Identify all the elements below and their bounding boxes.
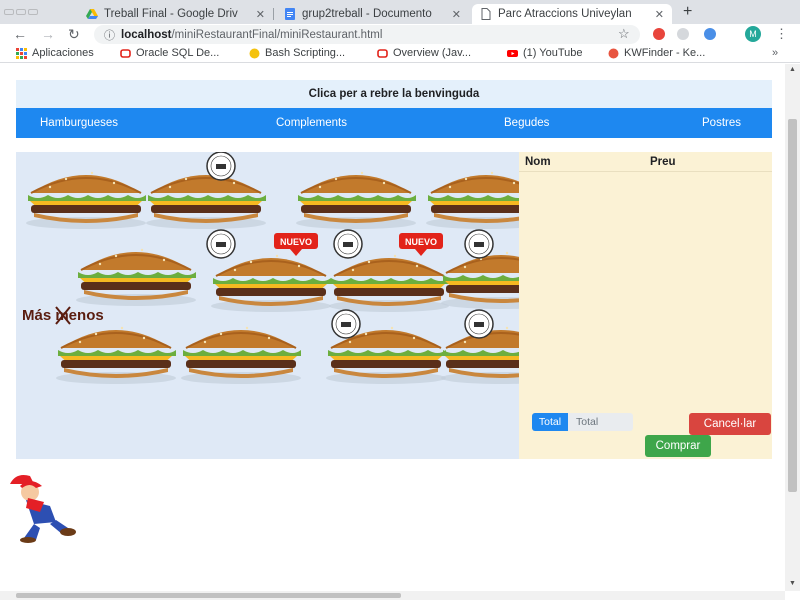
bookmark-label: KWFinder - Ke... — [624, 47, 706, 59]
menu-item-complements[interactable]: Complements — [276, 108, 347, 138]
tab-google-drive[interactable]: Treball Final - Google Driv ✕ — [78, 4, 273, 24]
mario-mascot-image[interactable] — [6, 472, 86, 544]
menu-item-postres[interactable]: Postres — [702, 108, 741, 138]
window-controls[interactable] — [4, 2, 64, 15]
bookmark-label: Overview (Jav... — [393, 47, 472, 59]
profile-avatar[interactable]: M — [745, 26, 761, 42]
bookmark-bash[interactable]: Bash Scripting... — [249, 47, 345, 59]
total-field[interactable]: Total — [568, 413, 633, 431]
youtube-icon — [507, 49, 518, 57]
bookmark-oracle-sql[interactable]: Oracle SQL De... — [120, 47, 219, 59]
address-bar[interactable]: ⓘ localhost /miniRestaurantFinal/miniRes… — [94, 25, 640, 44]
welcome-banner[interactable]: Clica per a rebre la benvinguda — [16, 80, 772, 108]
apps-grid-icon — [16, 47, 27, 59]
close-icon[interactable]: ✕ — [649, 8, 664, 21]
bookmark-apps[interactable]: Aplicaciones — [16, 47, 94, 59]
tab-title: Treball Final - Google Driv — [104, 8, 238, 20]
cancel-button[interactable]: Cancel·lar — [689, 413, 771, 435]
browser-toolbar: ← → ↻ ⓘ localhost /miniRestaurantFinal/m… — [0, 24, 800, 46]
tab-separator — [273, 8, 274, 20]
welcome-text: Clica per a rebre la benvinguda — [308, 88, 480, 100]
scrollbar-thumb[interactable] — [16, 593, 401, 598]
kwfinder-icon — [608, 48, 619, 58]
tab-title: Parc Atraccions Univeylan — [498, 8, 632, 20]
menu-item-begudes[interactable]: Begudes — [504, 108, 549, 138]
extension-eye-icon[interactable] — [704, 28, 716, 40]
forward-arrow-icon[interactable]: → — [41, 26, 55, 42]
close-icon[interactable]: ✕ — [250, 8, 265, 21]
more-menu-icon[interactable]: ⋮ — [775, 26, 788, 42]
scroll-down-arrow-icon[interactable]: ▼ — [789, 580, 796, 587]
bookmarks-overflow-button[interactable]: » — [772, 47, 778, 59]
info-icon[interactable]: ⓘ — [104, 27, 115, 43]
url-host: localhost — [121, 28, 172, 41]
column-header-preu: Preu — [650, 156, 676, 168]
close-icon[interactable]: ✕ — [446, 8, 461, 21]
oracle-icon — [120, 48, 131, 58]
page-content: Clica per a rebre la benvinguda Hamburgu… — [0, 64, 785, 591]
bookmark-label: (1) YouTube — [523, 47, 583, 59]
badge-text: NUEVO — [280, 237, 312, 247]
tab-strip: Treball Final - Google Driv ✕ grup2treba… — [0, 0, 800, 24]
bookmark-label: Aplicaciones — [32, 47, 94, 59]
buy-button[interactable]: Comprar — [645, 435, 711, 457]
bookmark-label: Bash Scripting... — [265, 47, 346, 59]
menu-item-hamburgueses[interactable]: Hamburgueses — [40, 108, 118, 138]
cart-table-header: Nom Preu — [519, 152, 772, 172]
extension-shield-icon[interactable] — [677, 28, 689, 40]
badge-text: NUEVO — [405, 237, 437, 247]
burgers-illustration: NUEVO NUEVO Más menos — [22, 152, 519, 385]
tab-parc-atraccions[interactable]: Parc Atraccions Univeylan ✕ — [472, 4, 672, 24]
bookmarks-bar: Aplicaciones Oracle SQL De... Bash Scrip… — [0, 46, 800, 63]
tab-title: grup2treball - Documento — [302, 8, 432, 20]
bookmark-kwfinder[interactable]: KWFinder - Ke... — [608, 47, 705, 59]
page-icon — [481, 8, 491, 20]
oracle-icon — [377, 48, 388, 58]
mas-menos-logo: Más menos — [22, 306, 104, 325]
bookmark-star-icon[interactable]: ☆ — [618, 26, 630, 42]
scrollbar-thumb[interactable] — [788, 119, 797, 492]
new-tab-button[interactable]: + — [683, 3, 692, 21]
category-menu: Hamburgueses Complements Begudes Postres — [16, 108, 772, 138]
back-arrow-icon[interactable]: ← — [13, 26, 27, 42]
reload-icon[interactable]: ↻ — [68, 26, 80, 43]
total-group: Total Total — [532, 413, 633, 431]
column-header-nom: Nom — [525, 156, 551, 168]
vertical-scrollbar[interactable]: ▲ ▼ — [785, 64, 800, 591]
tab-docs[interactable]: grup2treball - Documento ✕ — [276, 4, 469, 24]
bookmark-youtube[interactable]: (1) YouTube — [507, 47, 583, 59]
bookmark-label: Oracle SQL De... — [136, 47, 220, 59]
total-button[interactable]: Total — [532, 413, 568, 431]
horizontal-scrollbar[interactable] — [0, 591, 785, 600]
cart-panel: Nom Preu Total Total Cancel·lar Comprar — [519, 152, 772, 459]
google-docs-icon — [285, 8, 295, 20]
product-image-burgers[interactable]: NUEVO NUEVO Más menos — [16, 152, 519, 459]
extension-red-icon[interactable] — [653, 28, 665, 40]
bash-icon — [249, 48, 260, 58]
url-path: /miniRestaurantFinal/miniRestaurant.html — [171, 28, 383, 41]
scroll-up-arrow-icon[interactable]: ▲ — [789, 66, 796, 73]
google-drive-icon — [86, 9, 98, 19]
bookmark-java-overview[interactable]: Overview (Jav... — [377, 47, 471, 59]
